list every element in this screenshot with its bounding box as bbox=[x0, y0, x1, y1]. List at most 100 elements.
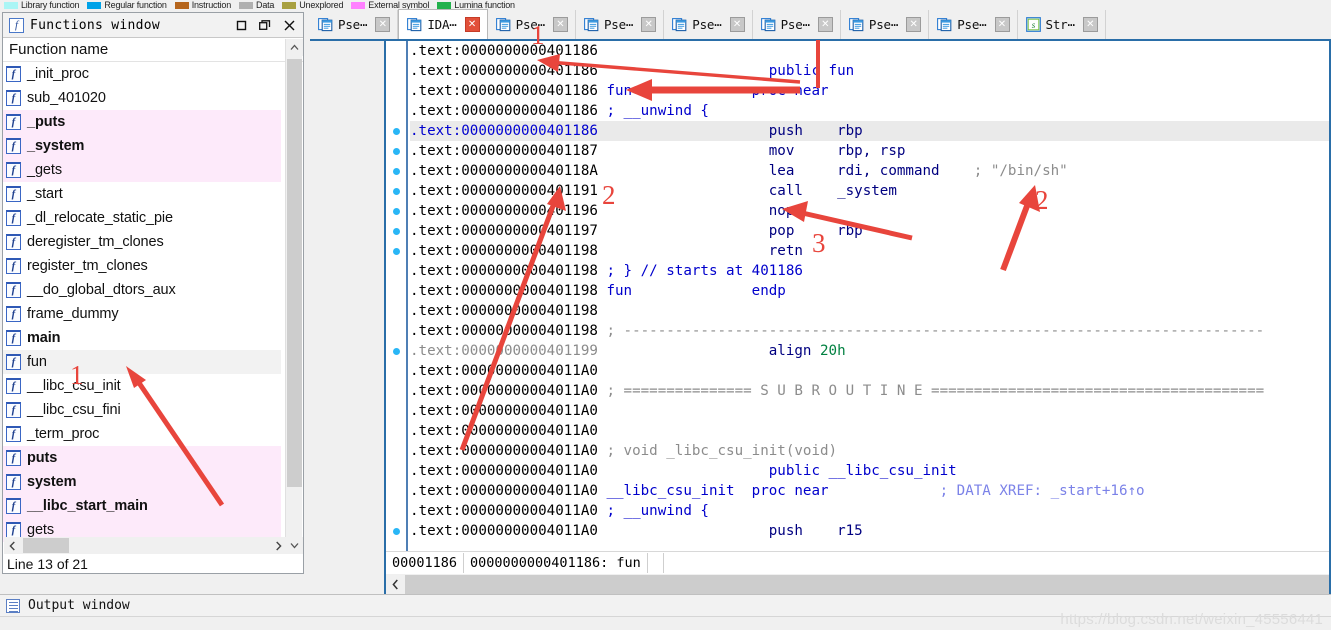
disassembly-line[interactable]: .text:0000000000401186 fun proc near bbox=[410, 81, 1329, 101]
horizontal-scroll-thumb[interactable] bbox=[23, 538, 69, 553]
functions-list[interactable]: f _init_proc f sub_401020 f _puts f _system f _ge… bbox=[3, 62, 303, 554]
scroll-down-icon[interactable] bbox=[286, 537, 303, 554]
function-list-item[interactable]: f _term_proc bbox=[3, 422, 281, 446]
tab-close-icon[interactable]: ✕ bbox=[729, 17, 745, 32]
maximize-icon[interactable] bbox=[229, 14, 253, 36]
tab-close-icon[interactable]: ✕ bbox=[641, 17, 657, 32]
disassembly-line[interactable]: .text:0000000000401198 ; ---------------… bbox=[410, 321, 1329, 341]
disassembly-line[interactable]: .text:0000000000401198 bbox=[410, 301, 1329, 321]
disassembly-line[interactable]: .text:000000000040118A lea rdi, command … bbox=[410, 161, 1329, 181]
disassembly-line[interactable]: .text:00000000004011A0 bbox=[410, 361, 1329, 381]
breakpoint-dot-icon[interactable] bbox=[393, 248, 400, 255]
disassembly-line[interactable]: .text:00000000004011A0 __libc_csu_init p… bbox=[410, 481, 1329, 501]
disassembly-label: fun bbox=[606, 283, 633, 299]
disassembly-line[interactable]: .text:0000000000401186 public fun bbox=[410, 61, 1329, 81]
scroll-up-icon[interactable] bbox=[286, 39, 303, 56]
disassembly-line[interactable]: .text:00000000004011A0 push r15 bbox=[410, 521, 1329, 541]
disassembly-line[interactable]: .text:0000000000401187 mov rbp, rsp bbox=[410, 141, 1329, 161]
editor-tab[interactable]: s Str⋯ ✕ bbox=[1017, 10, 1106, 39]
function-list-item[interactable]: f puts bbox=[3, 446, 281, 470]
legend-label: Library function bbox=[21, 0, 80, 11]
function-list-item[interactable]: f main bbox=[3, 326, 281, 350]
function-list-item[interactable]: f _puts bbox=[3, 110, 281, 134]
disassembly-body[interactable]: .text:0000000000401186 .text:000000000040… bbox=[386, 41, 1329, 551]
editor-tab[interactable]: Pse⋯ ✕ bbox=[664, 10, 753, 39]
horizontal-scroll-track[interactable] bbox=[405, 575, 1329, 594]
disassembly-label: fun bbox=[606, 83, 633, 99]
breakpoint-dot-icon[interactable] bbox=[393, 528, 400, 535]
disassembly-line[interactable]: .text:00000000004011A0 bbox=[410, 421, 1329, 441]
breakpoint-dot-icon[interactable] bbox=[393, 348, 400, 355]
function-list-item[interactable]: f deregister_tm_clones bbox=[3, 230, 281, 254]
breakpoint-dot-icon[interactable] bbox=[393, 188, 400, 195]
legend-swatch bbox=[282, 2, 297, 10]
tab-close-icon[interactable]: ✕ bbox=[906, 17, 922, 32]
function-list-item[interactable]: f __libc_csu_fini bbox=[3, 398, 281, 422]
disassembly-line[interactable]: .text:0000000000401186 bbox=[410, 41, 1329, 61]
tab-close-icon[interactable]: ✕ bbox=[552, 17, 568, 32]
close-icon[interactable] bbox=[277, 14, 301, 36]
function-list-item[interactable]: f system bbox=[3, 470, 281, 494]
ida-view-disassembly-window[interactable]: .text:0000000000401186 .text:000000000040… bbox=[384, 41, 1331, 597]
disassembly-line[interactable]: .text:00000000004011A0 bbox=[410, 401, 1329, 421]
function-list-item[interactable]: f _gets bbox=[3, 158, 281, 182]
function-list-item[interactable]: f __libc_csu_init bbox=[3, 374, 281, 398]
editor-tab[interactable]: Pse⋯ ✕ bbox=[575, 10, 665, 39]
tab-close-icon[interactable]: ✕ bbox=[1082, 17, 1098, 32]
disassembly-line[interactable]: .text:0000000000401198 fun endp bbox=[410, 281, 1329, 301]
function-list-item[interactable]: f register_tm_clones bbox=[3, 254, 281, 278]
breakpoint-dot-icon[interactable] bbox=[393, 168, 400, 175]
disassembly-line[interactable]: .text:0000000000401198 ; } // starts at … bbox=[410, 261, 1329, 281]
editor-tab[interactable]: Pse⋯ ✕ bbox=[487, 10, 576, 39]
editor-tab-bar[interactable]: Pse⋯ ✕ IDA⋯ ✕ Pse⋯ ✕ Pse⋯ ✕ Pse⋯ ✕ Pse⋯ ✕ Pse⋯ ✕ Pse⋯ ✕… bbox=[310, 9, 1331, 41]
disassembly-line[interactable]: .text:0000000000401191 call _system bbox=[410, 181, 1329, 201]
function-list-item[interactable]: f __libc_start_main bbox=[3, 494, 281, 518]
tab-close-icon[interactable]: ✕ bbox=[817, 17, 833, 32]
disassembly-instruction: nop bbox=[597, 203, 795, 219]
scroll-right-icon[interactable] bbox=[270, 537, 287, 554]
function-list-item[interactable]: f __do_global_dtors_aux bbox=[3, 278, 281, 302]
breakpoint-dot-icon[interactable] bbox=[393, 228, 400, 235]
function-list-item[interactable]: f _start bbox=[3, 182, 281, 206]
editor-tab[interactable]: Pse⋯ ✕ bbox=[929, 10, 1018, 39]
disassembly-line[interactable]: .text:0000000000401199 align 20h bbox=[410, 341, 1329, 361]
disassembly-line[interactable]: .text:00000000004011A0 ; void _libc_csu_… bbox=[410, 441, 1329, 461]
scroll-left-icon[interactable] bbox=[386, 575, 405, 594]
disassembly-horizontal-scrollbar[interactable] bbox=[386, 574, 1329, 595]
disassembly-line[interactable]: .text:0000000000401196 nop bbox=[410, 201, 1329, 221]
function-f-icon: f bbox=[6, 522, 21, 538]
breakpoint-dot-icon[interactable] bbox=[393, 208, 400, 215]
disassembly-line[interactable]: .text:00000000004011A0 ; ===============… bbox=[410, 381, 1329, 401]
function-list-item[interactable]: f _dl_relocate_static_pie bbox=[3, 206, 281, 230]
function-name-column-header[interactable]: Function name bbox=[3, 38, 303, 62]
disassembly-line[interactable]: .text:00000000004011A0 public __libc_csu… bbox=[410, 461, 1329, 481]
horizontal-scroll-track[interactable] bbox=[21, 537, 270, 554]
scroll-left-icon[interactable] bbox=[4, 537, 21, 554]
breakpoint-dot-icon[interactable] bbox=[393, 148, 400, 155]
functions-list-vertical-scrollbar[interactable] bbox=[285, 39, 303, 554]
tab-close-icon[interactable]: ✕ bbox=[464, 17, 480, 32]
disassembly-address: .text:0000000000401186 bbox=[410, 63, 598, 79]
function-list-item[interactable]: f sub_401020 bbox=[3, 86, 281, 110]
tab-close-icon[interactable]: ✕ bbox=[994, 17, 1010, 32]
editor-tab[interactable]: Pse⋯ ✕ bbox=[752, 10, 841, 39]
disassembly-line[interactable]: .text:0000000000401186 ; __unwind { bbox=[410, 101, 1329, 121]
tab-close-icon[interactable]: ✕ bbox=[375, 17, 391, 32]
disassembly-gutter[interactable] bbox=[386, 41, 408, 551]
disassembly-line[interactable]: .text:0000000000401186 push rbp bbox=[410, 121, 1329, 141]
functions-list-horizontal-scrollbar[interactable] bbox=[4, 537, 287, 554]
function-list-item[interactable]: f _init_proc bbox=[3, 62, 281, 86]
restore-icon[interactable] bbox=[253, 14, 277, 36]
disassembly-line[interactable]: .text:0000000000401197 pop rbp bbox=[410, 221, 1329, 241]
function-list-item[interactable]: f _system bbox=[3, 134, 281, 158]
disassembly-line[interactable]: .text:00000000004011A0 ; __unwind { bbox=[410, 501, 1329, 521]
disassembly-line[interactable]: .text:0000000000401198 retn bbox=[410, 241, 1329, 261]
vertical-scroll-thumb[interactable] bbox=[287, 59, 302, 487]
breakpoint-dot-icon[interactable] bbox=[393, 128, 400, 135]
disassembly-lines[interactable]: .text:0000000000401186 .text:000000000040… bbox=[410, 41, 1329, 541]
editor-tab[interactable]: Pse⋯ ✕ bbox=[840, 10, 930, 39]
function-list-item[interactable]: f fun bbox=[3, 350, 281, 374]
editor-tab[interactable]: Pse⋯ ✕ bbox=[310, 10, 399, 39]
function-list-item[interactable]: f frame_dummy bbox=[3, 302, 281, 326]
editor-tab-active[interactable]: IDA⋯ ✕ bbox=[398, 9, 488, 39]
